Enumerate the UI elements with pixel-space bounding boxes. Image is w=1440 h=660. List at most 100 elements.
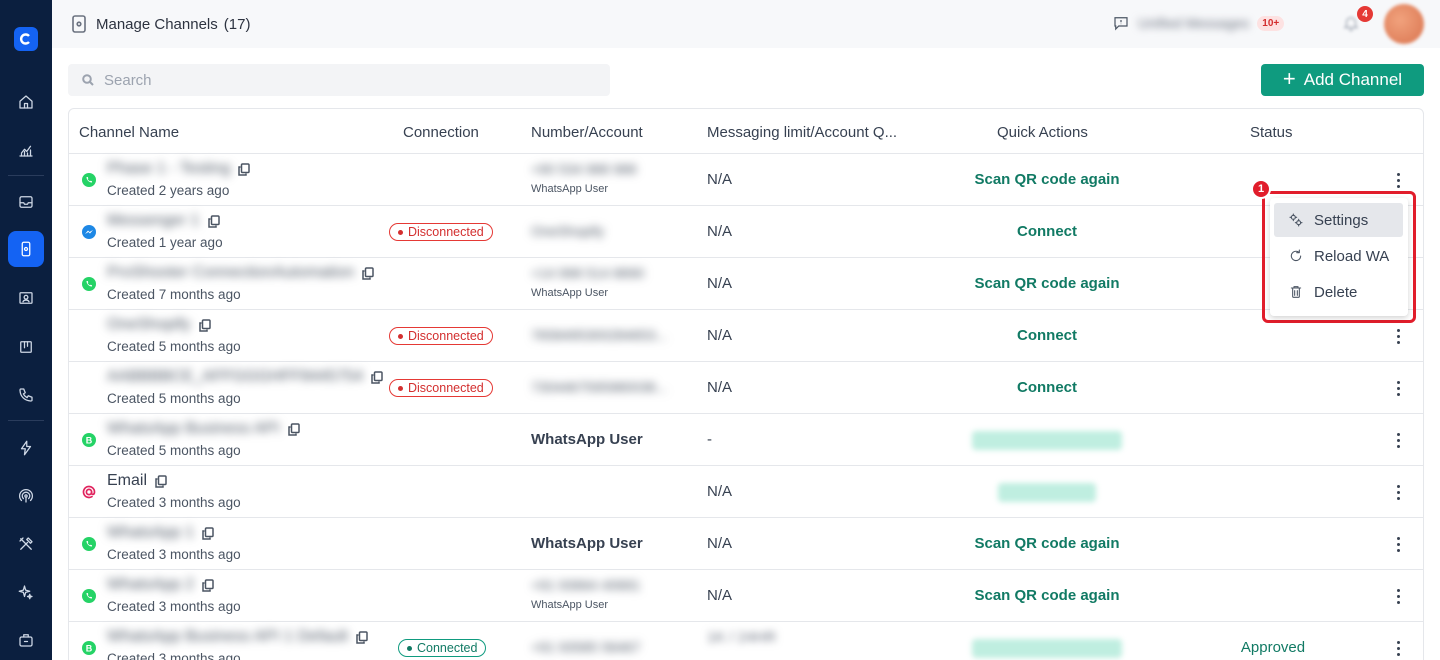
quick-action-button[interactable]: Verify email xyxy=(947,483,1147,502)
app-logo[interactable] xyxy=(14,27,38,51)
unified-messages-button[interactable]: Unified Messages 10+ xyxy=(1112,14,1285,32)
number-account-value: 7658495300284653... xyxy=(531,327,668,343)
copy-icon[interactable] xyxy=(198,318,211,332)
email-icon xyxy=(81,484,97,500)
messaging-limit: N/A xyxy=(707,379,733,396)
channel-name-text: WhatsApp Business API xyxy=(107,420,280,437)
channel-name: AABBBBCE_AFFGGGHFF8445754 xyxy=(107,368,383,386)
copy-icon[interactable] xyxy=(371,370,383,384)
quick-action-link[interactable]: Connect xyxy=(947,223,1147,240)
briefcase-icon[interactable] xyxy=(8,622,44,658)
table-row[interactable]: Email Created 3 months ago N/A Verify email xyxy=(69,466,1423,518)
settings-icon xyxy=(1289,213,1303,227)
notification-count-badge: 4 xyxy=(1357,6,1373,22)
home-icon[interactable] xyxy=(8,84,44,120)
search-input[interactable] xyxy=(104,71,584,89)
number-account: 7658495300284653... xyxy=(531,327,667,343)
whatsapp-icon xyxy=(81,276,97,292)
top-header: Manage Channels (17) Unified Messages 10+… xyxy=(52,0,1440,48)
created-date: Created 3 months ago xyxy=(107,599,241,614)
message-alert-icon xyxy=(1114,17,1128,31)
inbox-icon[interactable] xyxy=(8,184,44,220)
table-row[interactable]: OneShopify Created 5 months ago Disconnect… xyxy=(69,310,1423,362)
number-account-value: +91 93664 40681 xyxy=(531,577,641,593)
more-options-icon[interactable] xyxy=(1391,327,1405,345)
menu-item-delete[interactable]: Delete xyxy=(1274,275,1403,309)
more-options-icon[interactable] xyxy=(1391,587,1405,605)
created-date: Created 5 months ago xyxy=(107,391,241,406)
table-row[interactable]: Messenger 1 Created 1 year ago Disconnecte… xyxy=(69,206,1423,258)
col-quick-actions[interactable]: Quick Actions xyxy=(997,124,1088,141)
number-account-sub: WhatsApp User xyxy=(531,287,609,299)
created-date: Created 3 months ago xyxy=(107,495,241,510)
copy-icon[interactable] xyxy=(155,474,167,488)
search-bar[interactable] xyxy=(68,64,610,96)
created-date: Created 7 months ago xyxy=(107,287,241,302)
channel-name-text: Messenger 1 xyxy=(107,212,200,229)
table-row[interactable]: WhatsApp 1 Created 3 months ago WhatsApp U… xyxy=(69,518,1423,570)
add-channel-label: Add Channel xyxy=(1303,70,1403,89)
more-options-icon[interactable] xyxy=(1391,431,1405,449)
quick-action-button[interactable]: Select a plan below xyxy=(947,639,1147,658)
quick-action-link[interactable]: Scan QR code again xyxy=(947,171,1147,188)
more-options-icon[interactable] xyxy=(1391,379,1405,397)
copy-icon[interactable] xyxy=(362,266,375,280)
more-options-icon[interactable] xyxy=(1391,171,1405,189)
number-account-value: WhatsApp User xyxy=(531,535,643,552)
col-connection[interactable]: Connection xyxy=(403,124,479,141)
more-options-icon[interactable] xyxy=(1391,535,1405,553)
created-date: Created 3 months ago xyxy=(107,547,241,562)
channel-name-text: WhatsApp 1 xyxy=(107,524,195,541)
copy-icon[interactable] xyxy=(287,422,300,436)
tools-icon[interactable] xyxy=(8,526,44,562)
automation-icon[interactable] xyxy=(8,430,44,466)
number-account: WhatsApp User xyxy=(531,431,643,448)
more-options-icon[interactable] xyxy=(1391,639,1405,657)
channel-name-text: ProShooter ConnectionAutomation xyxy=(107,264,355,281)
col-status[interactable]: Status xyxy=(1250,124,1293,141)
channel-name: Phase 1 - Testing xyxy=(107,160,251,178)
col-messaging-limit[interactable]: Messaging limit/Account Q... xyxy=(707,124,897,141)
quick-action-link[interactable]: Scan QR code again xyxy=(947,275,1147,292)
channels-icon[interactable] xyxy=(8,231,44,267)
phone-icon[interactable] xyxy=(8,377,44,413)
messaging-limit: N/A xyxy=(707,171,733,188)
copy-icon[interactable] xyxy=(202,578,214,592)
board-icon[interactable] xyxy=(8,329,44,365)
more-options-icon[interactable] xyxy=(1391,483,1405,501)
table-row[interactable]: B WhatsApp Business API Created 5 months a… xyxy=(69,414,1423,466)
quick-action-link[interactable]: Connect xyxy=(947,327,1147,344)
menu-item-settings[interactable]: Settings xyxy=(1274,203,1403,237)
channel-name: OneShopify xyxy=(107,316,211,334)
table-row[interactable]: Phase 1 - Testing Created 2 years ago +90 … xyxy=(69,154,1423,206)
channel-name-text: Email xyxy=(107,472,148,489)
channel-name-text: WhatsApp Business API 1 Default xyxy=(107,628,349,645)
copy-icon[interactable] xyxy=(238,162,251,176)
quick-action-link[interactable]: Scan QR code again xyxy=(947,587,1147,604)
col-channel-name[interactable]: Channel Name xyxy=(79,124,179,141)
analytics-icon[interactable] xyxy=(8,132,44,168)
add-channel-button[interactable]: + Add Channel xyxy=(1261,64,1424,96)
quick-action-button[interactable]: Select a plan below xyxy=(947,431,1147,450)
table-row[interactable]: ProShooter ConnectionAutomation Created 7… xyxy=(69,258,1423,310)
copy-icon[interactable] xyxy=(202,526,214,540)
created-date: Created 5 months ago xyxy=(107,443,241,458)
copy-icon[interactable] xyxy=(207,214,220,228)
quick-action-link[interactable]: Scan QR code again xyxy=(947,535,1147,552)
messenger-icon xyxy=(81,224,97,240)
copy-icon[interactable] xyxy=(356,630,368,644)
menu-item-reload-wa[interactable]: Reload WA xyxy=(1274,239,1403,273)
messaging-limit: 1K / 24HR xyxy=(707,629,777,646)
table-row[interactable]: AABBBBCE_AFFGGGHFF8445754 Created 5 month… xyxy=(69,362,1423,414)
table-row[interactable]: B WhatsApp Business API 1 Default Created … xyxy=(69,622,1423,660)
channel-name-text: WhatsApp 2 xyxy=(107,576,195,593)
table-row[interactable]: WhatsApp 2 Created 3 months ago +91 93664 … xyxy=(69,570,1423,622)
col-number-account[interactable]: Number/Account xyxy=(531,124,643,141)
contacts-icon[interactable] xyxy=(8,280,44,316)
user-avatar[interactable] xyxy=(1384,4,1424,44)
channel-name: WhatsApp 1 xyxy=(107,524,214,542)
ai-sparkle-icon[interactable] xyxy=(8,574,44,610)
reload-icon xyxy=(1290,249,1302,262)
broadcast-icon[interactable] xyxy=(8,478,44,514)
quick-action-link[interactable]: Connect xyxy=(947,379,1147,396)
